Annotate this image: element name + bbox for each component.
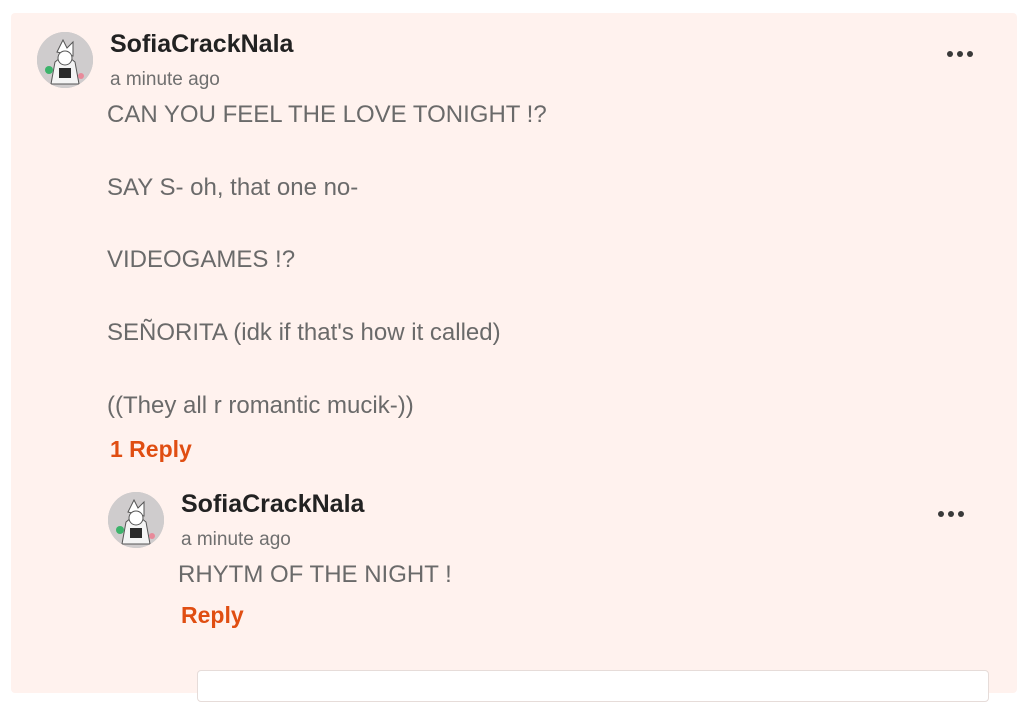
more-dot — [948, 511, 954, 517]
comment-timestamp: a minute ago — [110, 69, 220, 90]
comment-more-button[interactable] — [942, 43, 978, 65]
comment-body-line-2: SAY S- oh, that one no- — [107, 174, 359, 201]
comment-body-line-1: CAN YOU FEEL THE LOVE TONIGHT !? — [107, 101, 547, 128]
comment-body-line-3: VIDEOGAMES !? — [107, 246, 296, 273]
replies-count-link[interactable]: 1 Reply — [110, 436, 192, 463]
avatar-icon — [108, 492, 164, 548]
comment-avatar[interactable] — [37, 32, 93, 88]
reply-input-box[interactable] — [197, 670, 989, 702]
more-dot — [967, 51, 973, 57]
reply-body: RHYTM OF THE NIGHT ! — [178, 561, 452, 588]
reply-username[interactable]: SofiaCrackNala — [181, 490, 364, 519]
comment-username[interactable]: SofiaCrackNala — [110, 30, 293, 59]
more-dots-icon — [947, 51, 953, 57]
more-dots-icon — [938, 511, 944, 517]
reply-timestamp: a minute ago — [181, 529, 291, 550]
reply-button[interactable]: Reply — [181, 602, 244, 629]
more-dot — [958, 511, 964, 517]
more-dot — [957, 51, 963, 57]
avatar-icon — [37, 32, 93, 88]
comment-body-line-4: SEÑORITA (idk if that's how it called) — [107, 319, 501, 346]
reply-avatar[interactable] — [108, 492, 164, 548]
reply-more-button[interactable] — [933, 503, 969, 525]
comment-body-line-5: ((They all r romantic mucik-)) — [107, 392, 414, 419]
